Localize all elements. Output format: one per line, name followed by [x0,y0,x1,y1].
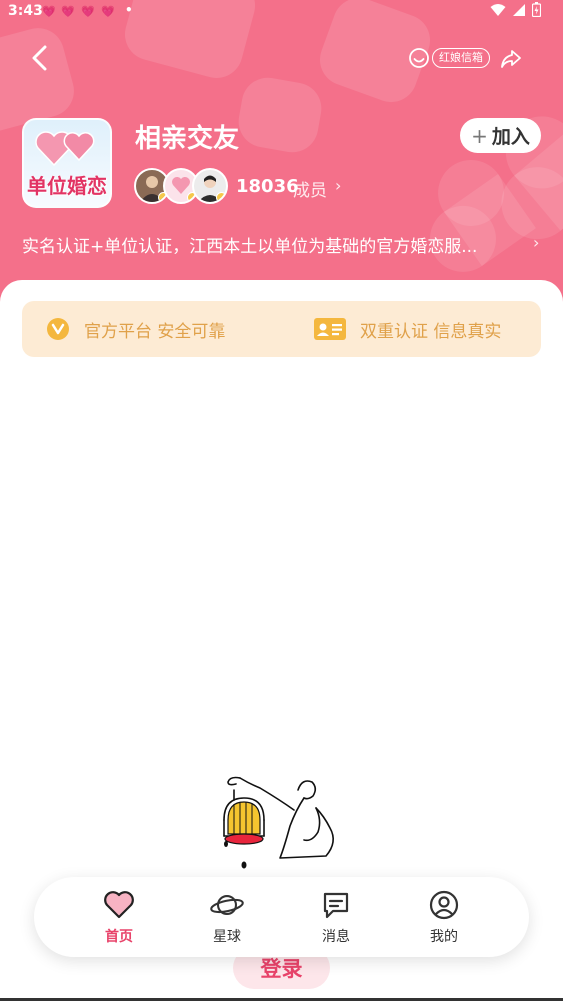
notification-icon: 💗 [61,5,75,18]
wifi-icon [490,3,506,16]
status-time: 3:43 [8,3,43,19]
tab-label: 首页 [105,929,133,945]
chevron-right-icon: › [335,176,342,195]
trust-banner: 官方平台 安全可靠 双重认证 信息真实 [22,301,541,357]
more-notifications-icon: • [125,3,133,17]
signal-icon [513,3,525,16]
trust-text: 官方平台 安全可靠 [84,321,226,342]
group-header: 3:43 💗 💗 💗 💗 • 红娘信箱 单位婚恋 相亲交友 + 加入 18036… [0,0,563,320]
notification-icon: 💗 [81,5,95,18]
mailbox-label: 红娘信箱 [432,48,490,68]
join-button[interactable]: + 加入 [460,118,541,153]
tab-home[interactable]: 首页 [69,877,169,957]
decor-shape [234,73,326,157]
group-logo-text: 单位婚恋 [27,174,107,198]
tab-profile[interactable]: 我的 [394,877,494,957]
share-button[interactable] [498,46,524,72]
group-description[interactable]: 实名认证+单位认证，江西本土以单位为基础的官方婚恋服... [22,232,522,257]
tab-messages[interactable]: 消息 [286,877,386,957]
verified-badge [216,192,226,202]
share-icon [501,50,521,68]
tab-label: 消息 [322,929,350,945]
profile-icon [429,890,459,920]
tab-planet[interactable]: 星球 [177,877,277,957]
trust-item-official: 官方平台 安全可靠 [46,301,225,357]
smile-icon [409,48,429,68]
member-count: 18036 [236,176,299,197]
back-button[interactable] [22,40,58,76]
join-label: 加入 [491,126,530,148]
status-bar: 3:43 💗 💗 💗 💗 • [0,0,563,24]
group-logo: 单位婚恋 [22,118,112,208]
avatar [192,168,228,204]
member-label[interactable]: 成员 [293,176,327,201]
tab-label: 星球 [213,929,241,945]
notification-icon: 💗 [101,5,115,18]
bottom-tab-bar: 首页 星球 消息 我的 [34,877,529,957]
system-icons [490,2,541,17]
notification-icon: 💗 [42,5,56,18]
message-icon [323,892,349,919]
chevron-right-icon: › [533,233,540,252]
group-title: 相亲交友 [135,124,240,154]
heart-icon [104,891,134,919]
member-avatars[interactable] [134,168,234,206]
empty-state-illustration [223,776,334,869]
chevron-left-icon [32,45,47,71]
trust-item-verification: 双重认证 信息真实 [314,301,501,357]
planet-icon [210,894,244,916]
tab-label: 我的 [430,929,458,945]
battery-icon [532,2,541,17]
plus-icon: + [471,123,488,148]
matchmaker-mailbox-button[interactable]: 红娘信箱 [408,47,490,69]
trust-text: 双重认证 信息真实 [360,321,502,342]
id-card-icon [314,318,346,340]
v-badge-icon [47,318,69,340]
